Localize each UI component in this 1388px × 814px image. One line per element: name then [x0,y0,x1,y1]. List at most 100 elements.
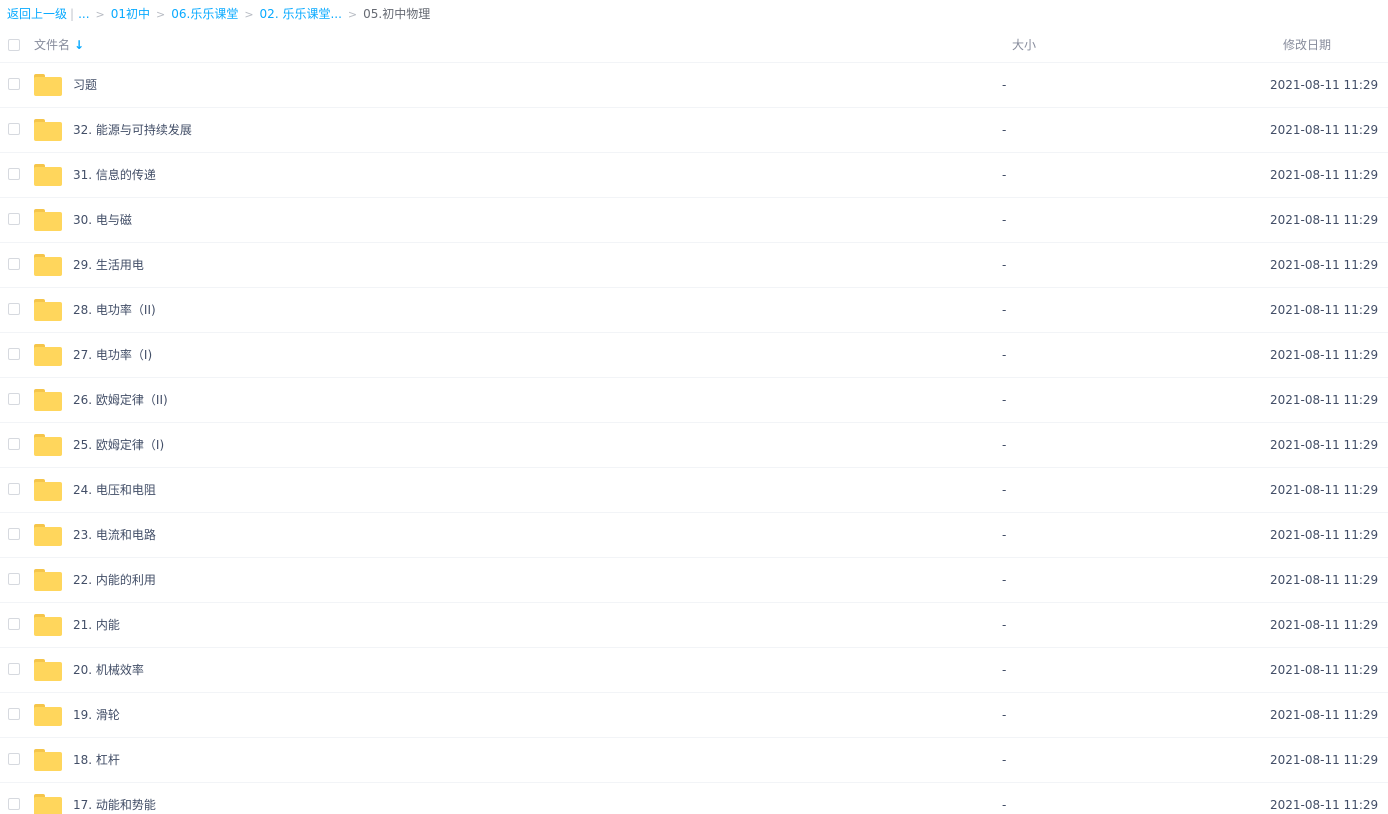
file-row[interactable]: 19. 滑轮 - 2021-08-11 11:29 [0,693,1388,738]
file-modified-date: 2021-08-11 11:29 [1270,168,1379,182]
file-row[interactable]: 26. 欧姆定律（II) - 2021-08-11 11:29 [0,378,1388,423]
folder-icon [34,524,62,546]
select-all-checkbox[interactable] [8,39,20,51]
file-name[interactable]: 习题 [73,63,97,107]
file-row[interactable]: 25. 欧姆定律（I) - 2021-08-11 11:29 [0,423,1388,468]
file-name[interactable]: 25. 欧姆定律（I) [73,423,164,467]
file-name[interactable]: 31. 信息的传递 [73,153,156,197]
file-name[interactable]: 21. 内能 [73,603,120,647]
file-row[interactable]: 29. 生活用电 - 2021-08-11 11:29 [0,243,1388,288]
folder-icon [34,389,62,411]
breadcrumb: 返回上一级 |... >01初中 >06.乐乐课堂 >02. 乐乐课堂... >05.初中… [0,0,1388,28]
file-name[interactable]: 26. 欧姆定律（II) [73,378,168,422]
breadcrumb-item[interactable]: 02. 乐乐课堂... [260,7,342,21]
row-checkbox[interactable] [8,168,20,180]
file-modified-date: 2021-08-11 11:29 [1270,753,1379,767]
file-name[interactable]: 22. 内能的利用 [73,558,156,602]
chevron-right-icon: > [347,8,358,21]
arrow-down-icon: ↓ [74,38,85,52]
file-modified-date: 2021-08-11 11:29 [1270,708,1379,722]
row-checkbox[interactable] [8,348,20,360]
file-row[interactable]: 31. 信息的传递 - 2021-08-11 11:29 [0,153,1388,198]
file-modified-date: 2021-08-11 11:29 [1270,618,1379,632]
row-checkbox[interactable] [8,303,20,315]
row-checkbox[interactable] [8,483,20,495]
folder-icon [34,119,62,141]
file-list: 习题 - 2021-08-11 11:29 32. 能源与可持续发展 - 2021-08-… [0,63,1388,814]
row-checkbox[interactable] [8,258,20,270]
row-checkbox[interactable] [8,123,20,135]
folder-icon [34,254,62,276]
file-row[interactable]: 21. 内能 - 2021-08-11 11:29 [0,603,1388,648]
folder-icon [34,209,62,231]
column-size-header[interactable]: 大小 [1012,28,1036,62]
file-row[interactable]: 32. 能源与可持续发展 - 2021-08-11 11:29 [0,108,1388,153]
file-name[interactable]: 23. 电流和电路 [73,513,156,557]
file-modified-date: 2021-08-11 11:29 [1270,78,1379,92]
file-row[interactable]: 18. 杠杆 - 2021-08-11 11:29 [0,738,1388,783]
file-size: - [1002,258,1007,272]
file-row[interactable]: 24. 电压和电阻 - 2021-08-11 11:29 [0,468,1388,513]
file-name[interactable]: 27. 电功率（I) [73,333,152,377]
file-name[interactable]: 18. 杠杆 [73,738,120,782]
folder-icon [34,749,62,771]
row-checkbox[interactable] [8,393,20,405]
file-name[interactable]: 17. 动能和势能 [73,783,156,814]
file-row[interactable]: 23. 电流和电路 - 2021-08-11 11:29 [0,513,1388,558]
folder-icon [34,434,62,456]
folder-icon [34,659,62,681]
file-modified-date: 2021-08-11 11:29 [1270,528,1379,542]
column-modified-header[interactable]: 修改日期 [1283,28,1331,62]
folder-icon [34,614,62,636]
row-checkbox[interactable] [8,213,20,225]
file-name[interactable]: 20. 机械效率 [73,648,144,692]
row-checkbox[interactable] [8,573,20,585]
file-row[interactable]: 22. 内能的利用 - 2021-08-11 11:29 [0,558,1388,603]
sort-by-name-header[interactable]: 文件名 ↓ [34,28,84,62]
file-modified-date: 2021-08-11 11:29 [1270,303,1379,317]
row-checkbox[interactable] [8,753,20,765]
row-checkbox[interactable] [8,708,20,720]
file-modified-date: 2021-08-11 11:29 [1270,348,1379,362]
file-name[interactable]: 24. 电压和电阻 [73,468,156,512]
folder-icon [34,704,62,726]
back-link[interactable]: 返回上一级 [7,7,67,21]
folder-icon [34,794,62,814]
folder-icon [34,479,62,501]
row-checkbox[interactable] [8,78,20,90]
file-modified-date: 2021-08-11 11:29 [1270,438,1379,452]
file-name[interactable]: 29. 生活用电 [73,243,144,287]
file-row[interactable]: 30. 电与磁 - 2021-08-11 11:29 [0,198,1388,243]
breadcrumb-item[interactable]: 06.乐乐课堂 [171,7,238,21]
file-modified-date: 2021-08-11 11:29 [1270,258,1379,272]
column-name-label: 文件名 [34,38,71,52]
row-checkbox[interactable] [8,798,20,810]
file-list-header: 文件名 ↓ 大小 修改日期 [0,28,1388,63]
file-modified-date: 2021-08-11 11:29 [1270,213,1379,227]
breadcrumb-ellipsis[interactable]: ... [78,7,89,21]
breadcrumb-item[interactable]: 01初中 [111,7,150,21]
chevron-right-icon: > [156,8,166,21]
file-row[interactable]: 17. 动能和势能 - 2021-08-11 11:29 [0,783,1388,814]
file-row[interactable]: 28. 电功率（II) - 2021-08-11 11:29 [0,288,1388,333]
file-size: - [1002,798,1007,812]
file-row[interactable]: 习题 - 2021-08-11 11:29 [0,63,1388,108]
row-checkbox[interactable] [8,528,20,540]
folder-icon [34,569,62,591]
file-name[interactable]: 32. 能源与可持续发展 [73,108,192,152]
file-row[interactable]: 20. 机械效率 - 2021-08-11 11:29 [0,648,1388,693]
row-checkbox[interactable] [8,438,20,450]
file-modified-date: 2021-08-11 11:29 [1270,123,1379,137]
row-checkbox[interactable] [8,618,20,630]
file-name[interactable]: 19. 滑轮 [73,693,120,737]
file-size: - [1002,213,1007,227]
file-size: - [1002,663,1007,677]
file-name[interactable]: 30. 电与磁 [73,198,132,242]
file-size: - [1002,303,1007,317]
row-checkbox[interactable] [8,663,20,675]
file-row[interactable]: 27. 电功率（I) - 2021-08-11 11:29 [0,333,1388,378]
file-name[interactable]: 28. 电功率（II) [73,288,156,332]
file-size: - [1002,78,1007,92]
file-size: - [1002,528,1007,542]
file-modified-date: 2021-08-11 11:29 [1270,798,1379,812]
